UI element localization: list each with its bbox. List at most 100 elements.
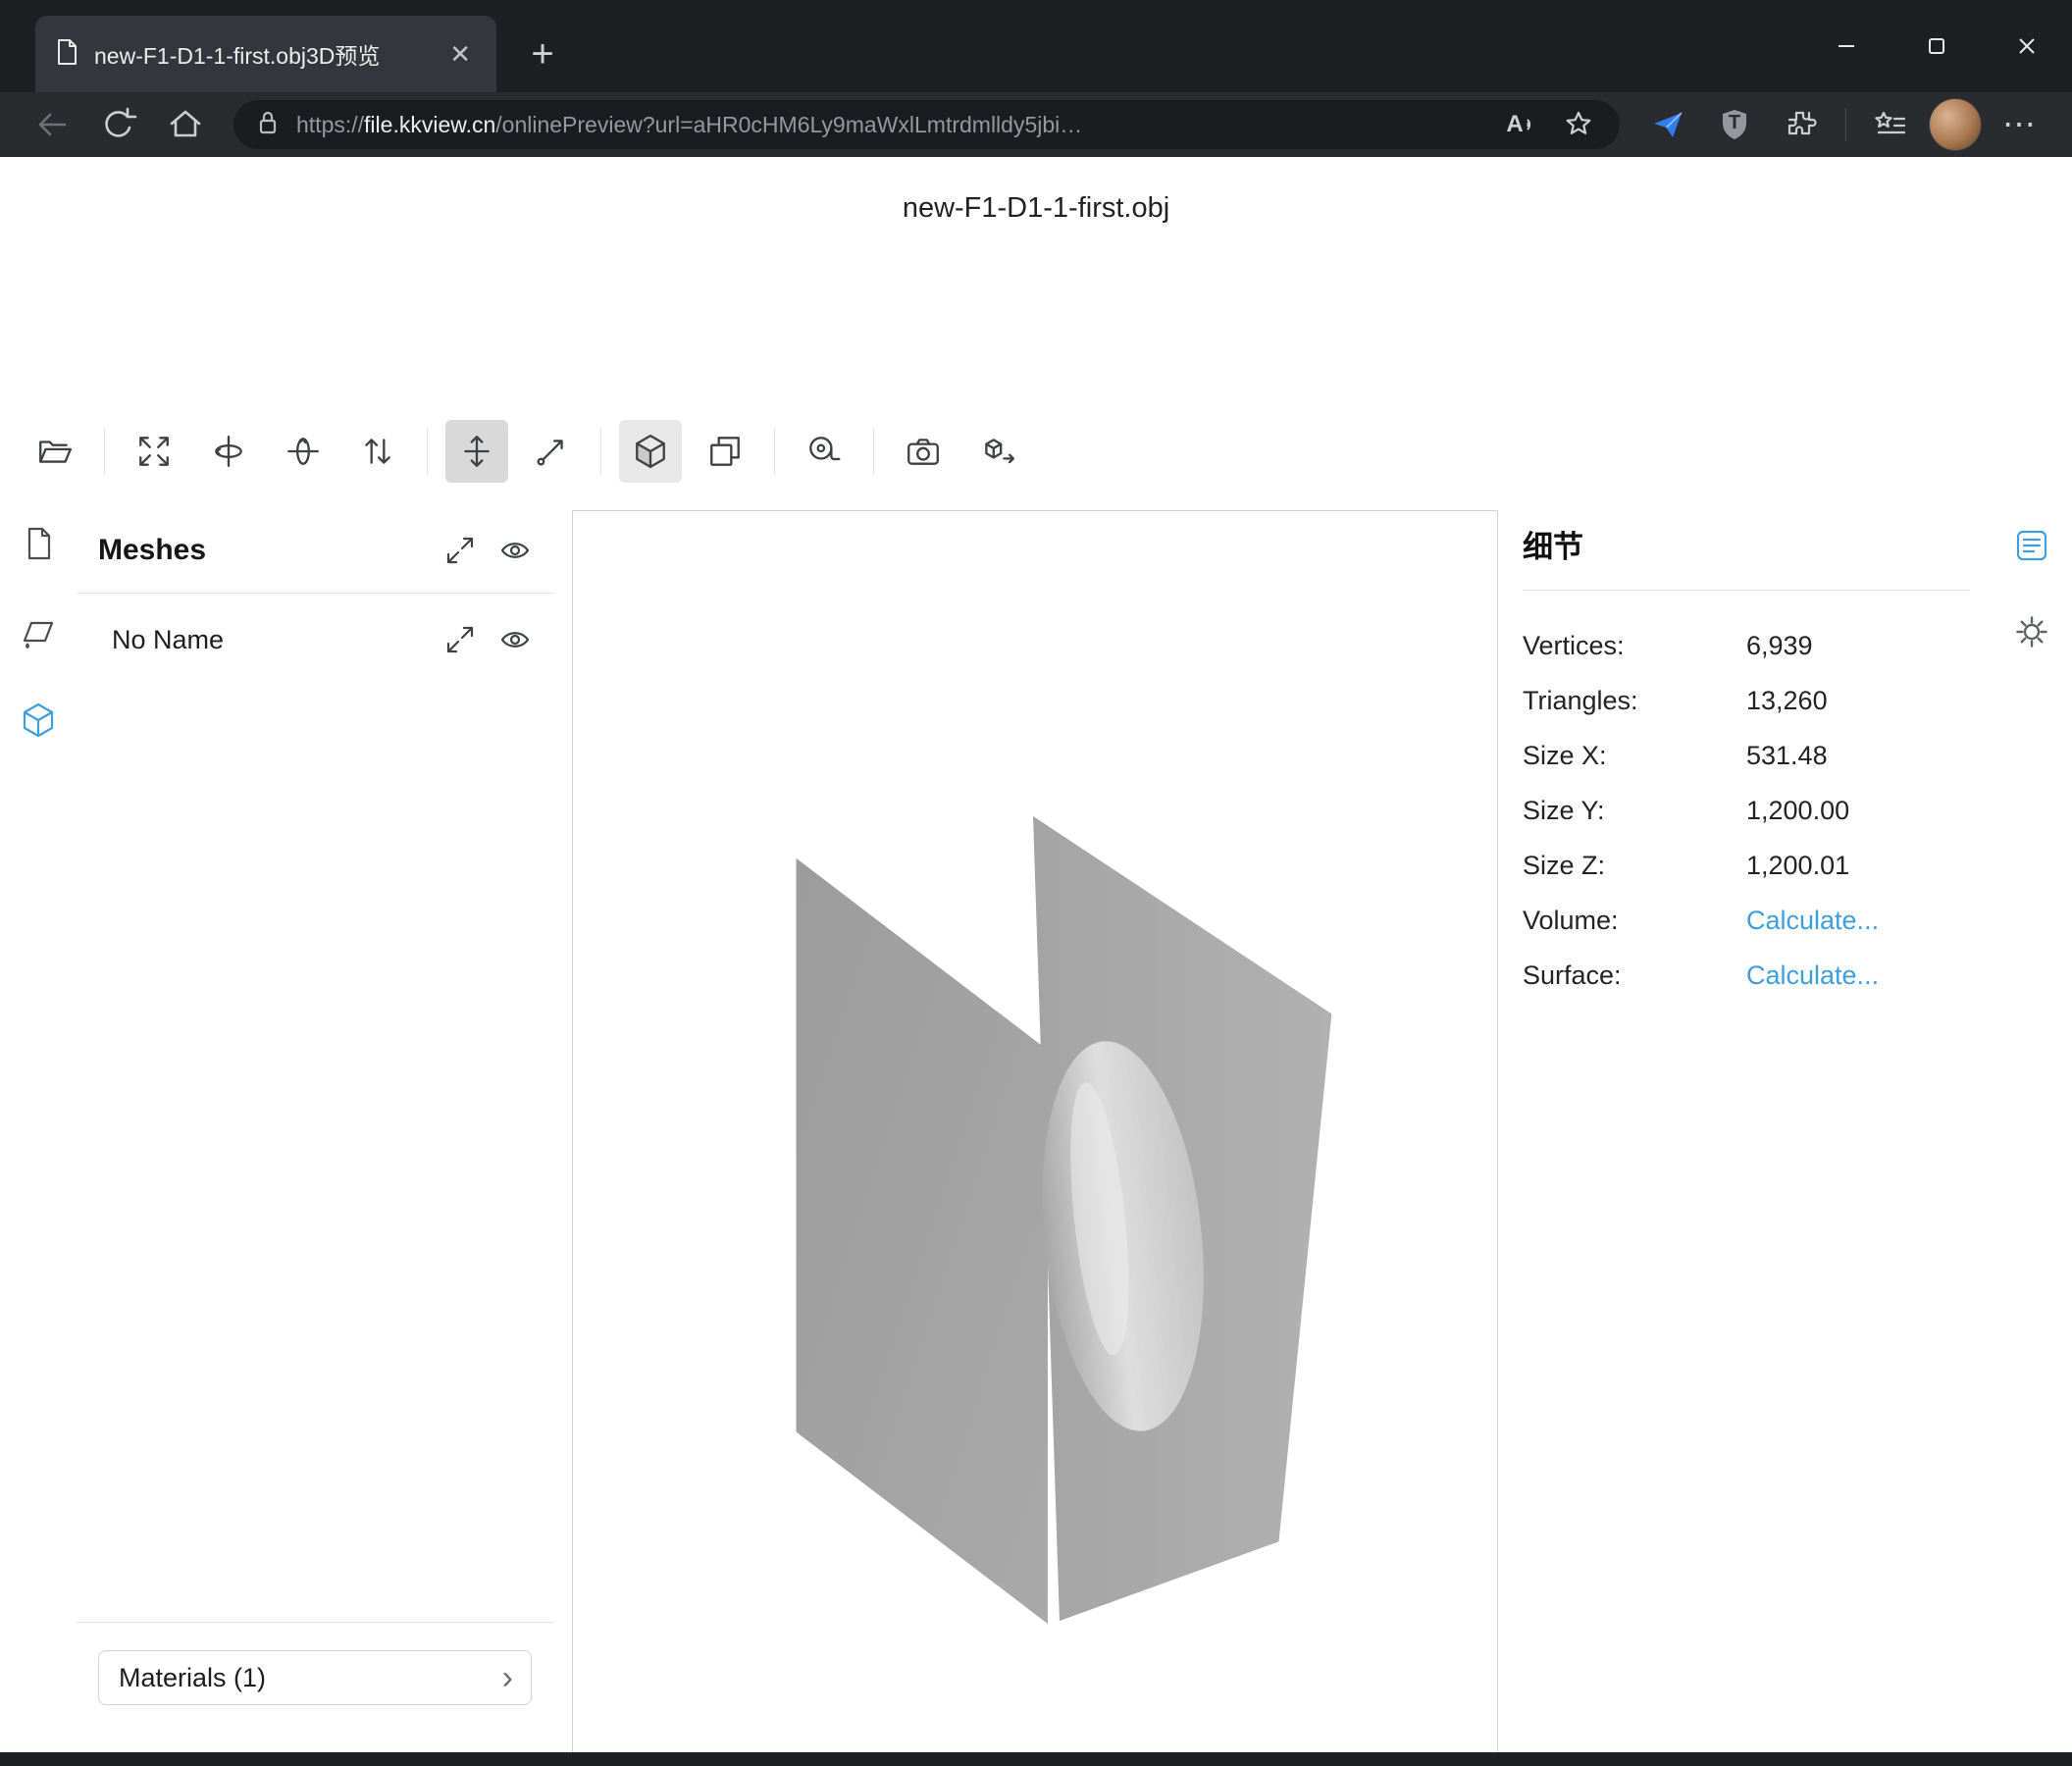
toolbar-separator bbox=[873, 428, 874, 475]
detail-value: 1,200.00 bbox=[1746, 796, 1970, 826]
tape-measure-button[interactable] bbox=[793, 420, 855, 483]
detail-row-vertices: Vertices: 6,939 bbox=[1523, 618, 1970, 673]
read-aloud-button[interactable]: A bbox=[1500, 105, 1543, 144]
flip-updown-button[interactable] bbox=[346, 420, 409, 483]
detail-label: Volume: bbox=[1523, 906, 1746, 936]
calculate-surface-link[interactable]: Calculate... bbox=[1746, 961, 1970, 991]
mesh-visibility-eye-icon[interactable] bbox=[496, 621, 534, 658]
detail-row-size-z: Size Z: 1,200.01 bbox=[1523, 838, 1970, 893]
move-vertical-button[interactable] bbox=[445, 420, 508, 483]
refresh-button[interactable] bbox=[90, 98, 147, 151]
model-viewport[interactable] bbox=[572, 510, 1498, 1766]
meshes-footer: Materials (1) › bbox=[77, 1622, 553, 1719]
home-button[interactable] bbox=[157, 98, 214, 151]
detail-row-size-y: Size Y: 1,200.00 bbox=[1523, 783, 1970, 838]
address-bar[interactable]: https://file.kkview.cn/onlinePreview?url… bbox=[233, 100, 1620, 149]
details-header: 细节 bbox=[1523, 522, 1970, 591]
detail-label: Surface: bbox=[1523, 961, 1746, 991]
profile-avatar[interactable] bbox=[1929, 98, 1982, 151]
page-content: new-F1-D1-1-first.obj bbox=[0, 157, 2072, 1752]
maximize-button[interactable] bbox=[1891, 0, 1982, 92]
fit-mesh-button[interactable] bbox=[441, 621, 479, 658]
detail-row-size-x: Size X: 531.48 bbox=[1523, 728, 1970, 783]
detail-label: Size Y: bbox=[1523, 796, 1746, 826]
details-panel: 细节 Vertices: 6,939 Triangles: 13,260 Siz… bbox=[1523, 522, 1970, 1003]
detail-label: Triangles: bbox=[1523, 686, 1746, 716]
read-aloud-icon: A bbox=[1506, 111, 1523, 138]
settings-gear-button[interactable] bbox=[2008, 608, 2055, 655]
toolbar-separator bbox=[104, 428, 105, 475]
chevron-right-icon: › bbox=[502, 1661, 513, 1694]
toolbar-separator bbox=[774, 428, 775, 475]
url-domain: file.kkview.cn bbox=[364, 112, 495, 137]
rotate-x-button[interactable] bbox=[272, 420, 335, 483]
box-view-button[interactable] bbox=[694, 420, 756, 483]
toggle-all-visibility-eye-icon[interactable] bbox=[496, 532, 534, 569]
file-info-tab-button[interactable] bbox=[15, 520, 62, 567]
page-title: new-F1-D1-1-first.obj bbox=[0, 192, 2072, 225]
toolbar-separator bbox=[600, 428, 601, 475]
mesh-list-item[interactable]: No Name bbox=[77, 594, 553, 658]
screenshot-camera-button[interactable] bbox=[892, 420, 955, 483]
nav-divider bbox=[1845, 108, 1846, 141]
materials-button[interactable]: Materials (1) › bbox=[98, 1650, 532, 1705]
browser-window: new-F1-D1-1-first.obj3D预览 ✕ + bbox=[0, 0, 2072, 1766]
url-path: /onlinePreview?url=aHR0cHM6Ly9maWxlLmtrd… bbox=[495, 112, 1082, 137]
navigation-bar: https://file.kkview.cn/onlinePreview?url… bbox=[0, 92, 2072, 157]
url-scheme: https:// bbox=[296, 112, 364, 137]
fit-view-button[interactable] bbox=[123, 420, 185, 483]
right-icon-rail bbox=[1999, 522, 2064, 655]
new-tab-button[interactable]: + bbox=[518, 29, 567, 78]
open-file-button[interactable] bbox=[24, 420, 86, 483]
materials-tab-button[interactable] bbox=[15, 608, 62, 655]
url-text[interactable]: https://file.kkview.cn/onlinePreview?url… bbox=[296, 112, 1486, 138]
extensions-puzzle-icon[interactable] bbox=[1773, 98, 1830, 151]
meshes-title: Meshes bbox=[98, 534, 424, 567]
title-bar: new-F1-D1-1-first.obj3D预览 ✕ + bbox=[0, 0, 2072, 92]
detail-value: 531.48 bbox=[1746, 741, 1970, 771]
detail-value: 13,260 bbox=[1746, 686, 1970, 716]
shaded-view-button[interactable] bbox=[619, 420, 682, 483]
lock-icon bbox=[253, 108, 283, 142]
minimize-button[interactable] bbox=[1801, 0, 1891, 92]
favorite-star-button[interactable] bbox=[1557, 105, 1600, 144]
shield-letter: T bbox=[1729, 112, 1740, 134]
model-tree-tab-button[interactable] bbox=[15, 697, 62, 744]
tab-document-icon bbox=[53, 38, 80, 71]
window-bottom-edge bbox=[0, 1752, 2072, 1766]
detail-row-triangles: Triangles: 13,260 bbox=[1523, 673, 1970, 728]
tab-title: new-F1-D1-1-first.obj3D预览 bbox=[94, 37, 428, 71]
measure-line-button[interactable] bbox=[520, 420, 583, 483]
meshes-panel: Meshes No Name bbox=[77, 512, 553, 1719]
toolbar-separator bbox=[427, 428, 428, 475]
shield-extension-icon[interactable]: T bbox=[1706, 98, 1763, 151]
back-button[interactable] bbox=[24, 98, 80, 151]
details-rows: Vertices: 6,939 Triangles: 13,260 Size X… bbox=[1523, 618, 1970, 1003]
close-window-button[interactable] bbox=[1982, 0, 2072, 92]
left-icon-rail bbox=[0, 520, 77, 744]
viewer-toolbar bbox=[18, 414, 1035, 489]
tab-close-icon[interactable]: ✕ bbox=[441, 37, 479, 71]
detail-value: 1,200.01 bbox=[1746, 851, 1970, 881]
favorites-bar-button[interactable] bbox=[1862, 98, 1919, 151]
browser-menu-button[interactable]: ⋯ bbox=[1992, 98, 2048, 151]
detail-row-volume: Volume: Calculate... bbox=[1523, 893, 1970, 948]
model-left-plane bbox=[797, 858, 1048, 1624]
detail-label: Size Z: bbox=[1523, 851, 1746, 881]
detail-row-surface: Surface: Calculate... bbox=[1523, 948, 1970, 1003]
mesh-name: No Name bbox=[112, 625, 424, 655]
window-controls bbox=[1801, 0, 2072, 92]
materials-label: Materials (1) bbox=[119, 1663, 266, 1693]
fit-all-meshes-button[interactable] bbox=[441, 532, 479, 569]
detail-label: Vertices: bbox=[1523, 631, 1746, 661]
details-list-button[interactable] bbox=[2008, 522, 2055, 569]
detail-value: 6,939 bbox=[1746, 631, 1970, 661]
extension-blue-icon[interactable] bbox=[1639, 98, 1696, 151]
calculate-volume-link[interactable]: Calculate... bbox=[1746, 906, 1970, 936]
model-render bbox=[573, 511, 1497, 1766]
rotate-y-button[interactable] bbox=[197, 420, 260, 483]
export-model-button[interactable] bbox=[966, 420, 1029, 483]
detail-label: Size X: bbox=[1523, 741, 1746, 771]
meshes-header: Meshes bbox=[77, 512, 553, 594]
browser-tab[interactable]: new-F1-D1-1-first.obj3D预览 ✕ bbox=[35, 16, 496, 92]
